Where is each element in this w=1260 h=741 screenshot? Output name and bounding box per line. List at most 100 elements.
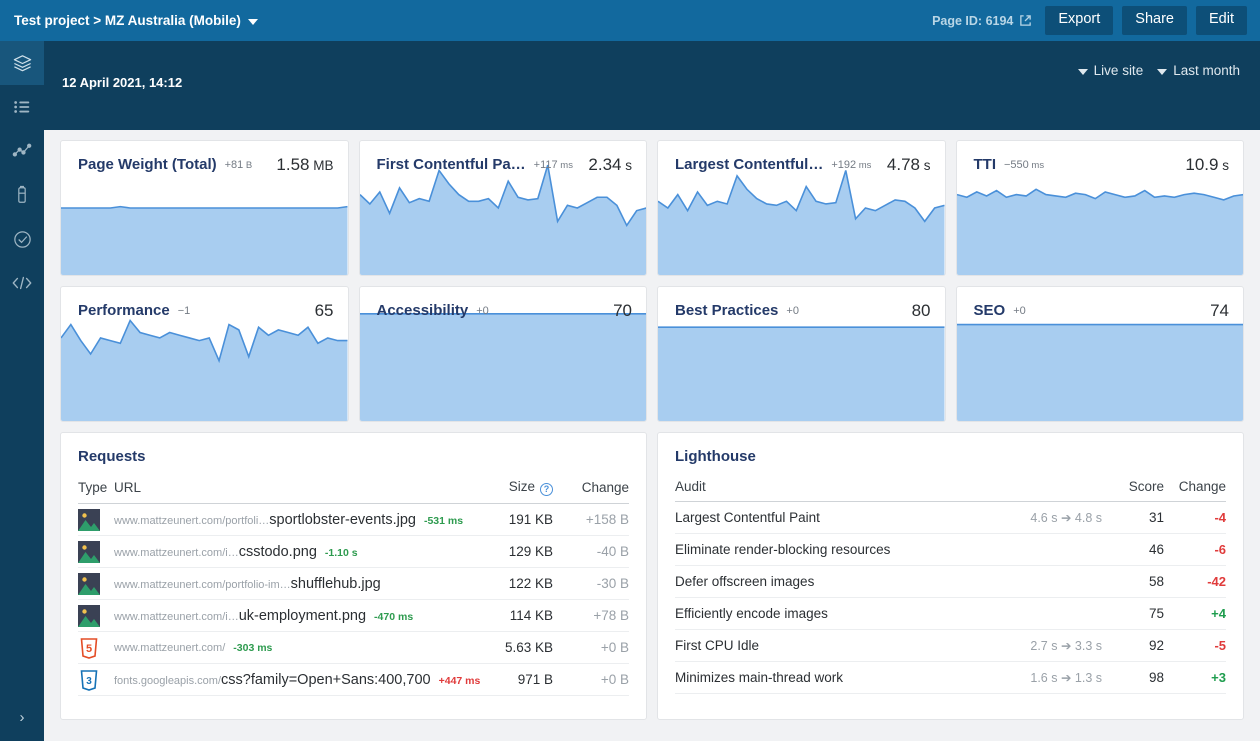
- audit-name: Largest Contentful Paint: [675, 510, 820, 525]
- edit-button[interactable]: Edit: [1196, 6, 1247, 35]
- metric-card-tti[interactable]: TTI −550 ms 10.9 s: [955, 140, 1244, 276]
- table-row[interactable]: Eliminate render-blocking resources 46 -6: [675, 533, 1226, 566]
- lighthouse-col-audit[interactable]: Audit: [675, 465, 982, 502]
- audit-name-cell[interactable]: Eliminate render-blocking resources: [675, 533, 982, 566]
- help-icon[interactable]: ?: [540, 483, 553, 496]
- audit-name-cell[interactable]: Efficiently encode images: [675, 597, 982, 630]
- metric-card-page-weight[interactable]: Page Weight (Total) +81 B 1.58 MB: [60, 140, 349, 276]
- export-button[interactable]: Export: [1045, 6, 1114, 35]
- audit-change-cell: -4: [1164, 501, 1226, 534]
- table-row[interactable]: 5 www.mattzeunert.com/ -303 ms 5.63 KB +0 B: [78, 631, 629, 664]
- audit-times-cell: [982, 597, 1102, 630]
- requests-col-change[interactable]: Change: [553, 465, 629, 504]
- audit-times: 4.6 s ➔ 4.8 s: [1030, 511, 1102, 525]
- request-type-cell: [78, 567, 114, 600]
- table-row[interactable]: www.mattzeunert.com/portfolio-im… shuffle…: [78, 567, 629, 600]
- external-link-icon[interactable]: [1019, 14, 1032, 27]
- requests-col-size[interactable]: Size?: [481, 465, 553, 504]
- audit-name-cell[interactable]: Minimizes main-thread work: [675, 661, 982, 694]
- metric-value: 10.9 s: [1185, 154, 1229, 174]
- metric-delta-unit: ms: [856, 159, 872, 171]
- timeline-slider[interactable]: [62, 96, 1242, 147]
- timeline-dropdowns: Live site Last month: [1077, 63, 1240, 78]
- chevron-down-icon: [1157, 68, 1168, 75]
- sidebar-item-code[interactable]: [0, 261, 44, 305]
- svg-text:3: 3: [86, 676, 92, 687]
- metric-title: SEO: [973, 302, 1006, 319]
- audit-name: Defer offscreen images: [675, 574, 815, 589]
- requests-col-url[interactable]: URL: [114, 465, 481, 504]
- tables-row: Requests Type URL Size? Change www.mattz…: [60, 432, 1244, 720]
- metric-card-seo[interactable]: SEO +0 74: [955, 286, 1244, 422]
- request-url-cell[interactable]: www.mattzeunert.com/portfolio-im… shuffle…: [114, 567, 481, 600]
- html5-icon: 5: [78, 637, 114, 659]
- metric-title: Largest Contentful…: [675, 156, 824, 173]
- metric-card-fcp[interactable]: First Contentful Pa… +117 ms 2.34 s: [358, 140, 647, 276]
- audit-change-cell: +3: [1164, 661, 1226, 694]
- table-row[interactable]: First CPU Idle 2.7 s ➔ 3.3 s 92 -5: [675, 629, 1226, 662]
- sidebar-item-list[interactable]: [0, 85, 44, 129]
- table-row[interactable]: www.mattzeunert.com/i… csstodo.png -1.10 s…: [78, 535, 629, 568]
- request-type-cell: [78, 599, 114, 632]
- audit-name-cell[interactable]: Defer offscreen images: [675, 565, 982, 598]
- metric-card-accessibility[interactable]: Accessibility +0 70: [358, 286, 647, 422]
- request-url-cell[interactable]: www.mattzeunert.com/i… csstodo.png -1.10 s: [114, 535, 481, 568]
- table-row[interactable]: Largest Contentful Paint 4.6 s ➔ 4.8 s 31 -…: [675, 501, 1226, 534]
- request-url-cell[interactable]: www.mattzeunert.com/portfoli… sportlobste…: [114, 503, 481, 536]
- share-button[interactable]: Share: [1122, 6, 1187, 35]
- request-url-cell[interactable]: www.mattzeunert.com/i… uk-employment.png -…: [114, 599, 481, 632]
- metric-card-lcp[interactable]: Largest Contentful… +192 ms 4.78 s: [657, 140, 946, 276]
- table-row[interactable]: Efficiently encode images 75 +4: [675, 597, 1226, 630]
- audit-name-cell[interactable]: First CPU Idle: [675, 629, 982, 662]
- audit-times: 2.7 s ➔ 3.3 s: [1030, 639, 1102, 653]
- request-size-cell: 114 KB: [481, 599, 553, 632]
- request-url-domain: www.mattzeunert.com/: [114, 641, 226, 654]
- metric-delta: +81 B: [224, 158, 253, 171]
- main-content: Page Weight (Total) +81 B 1.58 MB First Con…: [44, 130, 1260, 741]
- lighthouse-col-change[interactable]: Change: [1164, 465, 1226, 502]
- breadcrumb[interactable]: Test project > MZ Australia (Mobile): [14, 13, 258, 28]
- metric-header: Performance −1 65: [61, 287, 348, 334]
- table-row[interactable]: Minimizes main-thread work 1.6 s ➔ 1.3 s9…: [675, 661, 1226, 694]
- metric-card-best-practices[interactable]: Best Practices +0 80: [657, 286, 946, 422]
- metric-card-row-1: Page Weight (Total) +81 B 1.58 MB First Con…: [60, 140, 1244, 276]
- svg-text:5: 5: [86, 643, 92, 655]
- site-dropdown[interactable]: Live site: [1077, 63, 1143, 78]
- requests-col-size-label: Size: [508, 479, 535, 494]
- lighthouse-col-score[interactable]: Score: [1102, 465, 1164, 502]
- audit-change-cell: -5: [1164, 629, 1226, 662]
- requests-col-type[interactable]: Type: [78, 465, 114, 504]
- sidebar-expand-button[interactable]: ›: [0, 701, 44, 733]
- audit-change-cell: +4: [1164, 597, 1226, 630]
- request-url-file: css?family=Open+Sans:400,700: [221, 671, 431, 688]
- request-url-domain: www.mattzeunert.com/portfolio-im…: [114, 578, 291, 591]
- request-url-cell[interactable]: fonts.googleapis.com/css?family=Open+San…: [114, 663, 481, 696]
- request-change-cell: -30 B: [553, 567, 629, 600]
- audit-name-cell[interactable]: Largest Contentful Paint: [675, 501, 982, 534]
- metric-delta: +117 ms: [533, 158, 573, 171]
- metric-header: SEO +0 74: [957, 287, 1244, 334]
- table-row[interactable]: www.mattzeunert.com/portfoli… sportlobste…: [78, 503, 629, 536]
- image-thumbnail-icon: [78, 572, 114, 595]
- sidebar-item-charts[interactable]: [0, 129, 44, 173]
- request-url-file: shufflehub.jpg: [290, 575, 381, 592]
- request-change-cell: +78 B: [553, 599, 629, 632]
- app-root: Test project > MZ Australia (Mobile) Pag…: [0, 0, 1260, 741]
- sidebar-item-layers[interactable]: [0, 41, 44, 85]
- table-row[interactable]: www.mattzeunert.com/i… uk-employment.png -…: [78, 599, 629, 632]
- request-url-file: csstodo.png: [238, 543, 317, 560]
- metric-value: 2.34 s: [588, 154, 632, 174]
- table-row[interactable]: 3 fonts.googleapis.com/css?family=Open+Sa…: [78, 663, 629, 696]
- chevron-down-icon: [1077, 68, 1088, 75]
- request-time-delta: -303 ms: [233, 641, 273, 654]
- table-row[interactable]: Defer offscreen images 58 -42: [675, 565, 1226, 598]
- requests-header-row: Type URL Size? Change: [78, 465, 629, 504]
- metric-card-performance[interactable]: Performance −1 65: [60, 286, 349, 422]
- sidebar-item-tests[interactable]: [0, 173, 44, 217]
- request-url-cell[interactable]: www.mattzeunert.com/ -303 ms: [114, 631, 481, 664]
- metric-delta: −1: [177, 304, 191, 317]
- range-dropdown[interactable]: Last month: [1157, 63, 1240, 78]
- sidebar-item-checks[interactable]: [0, 217, 44, 261]
- audit-times-cell: [982, 565, 1102, 598]
- request-url-file: uk-employment.png: [238, 607, 367, 624]
